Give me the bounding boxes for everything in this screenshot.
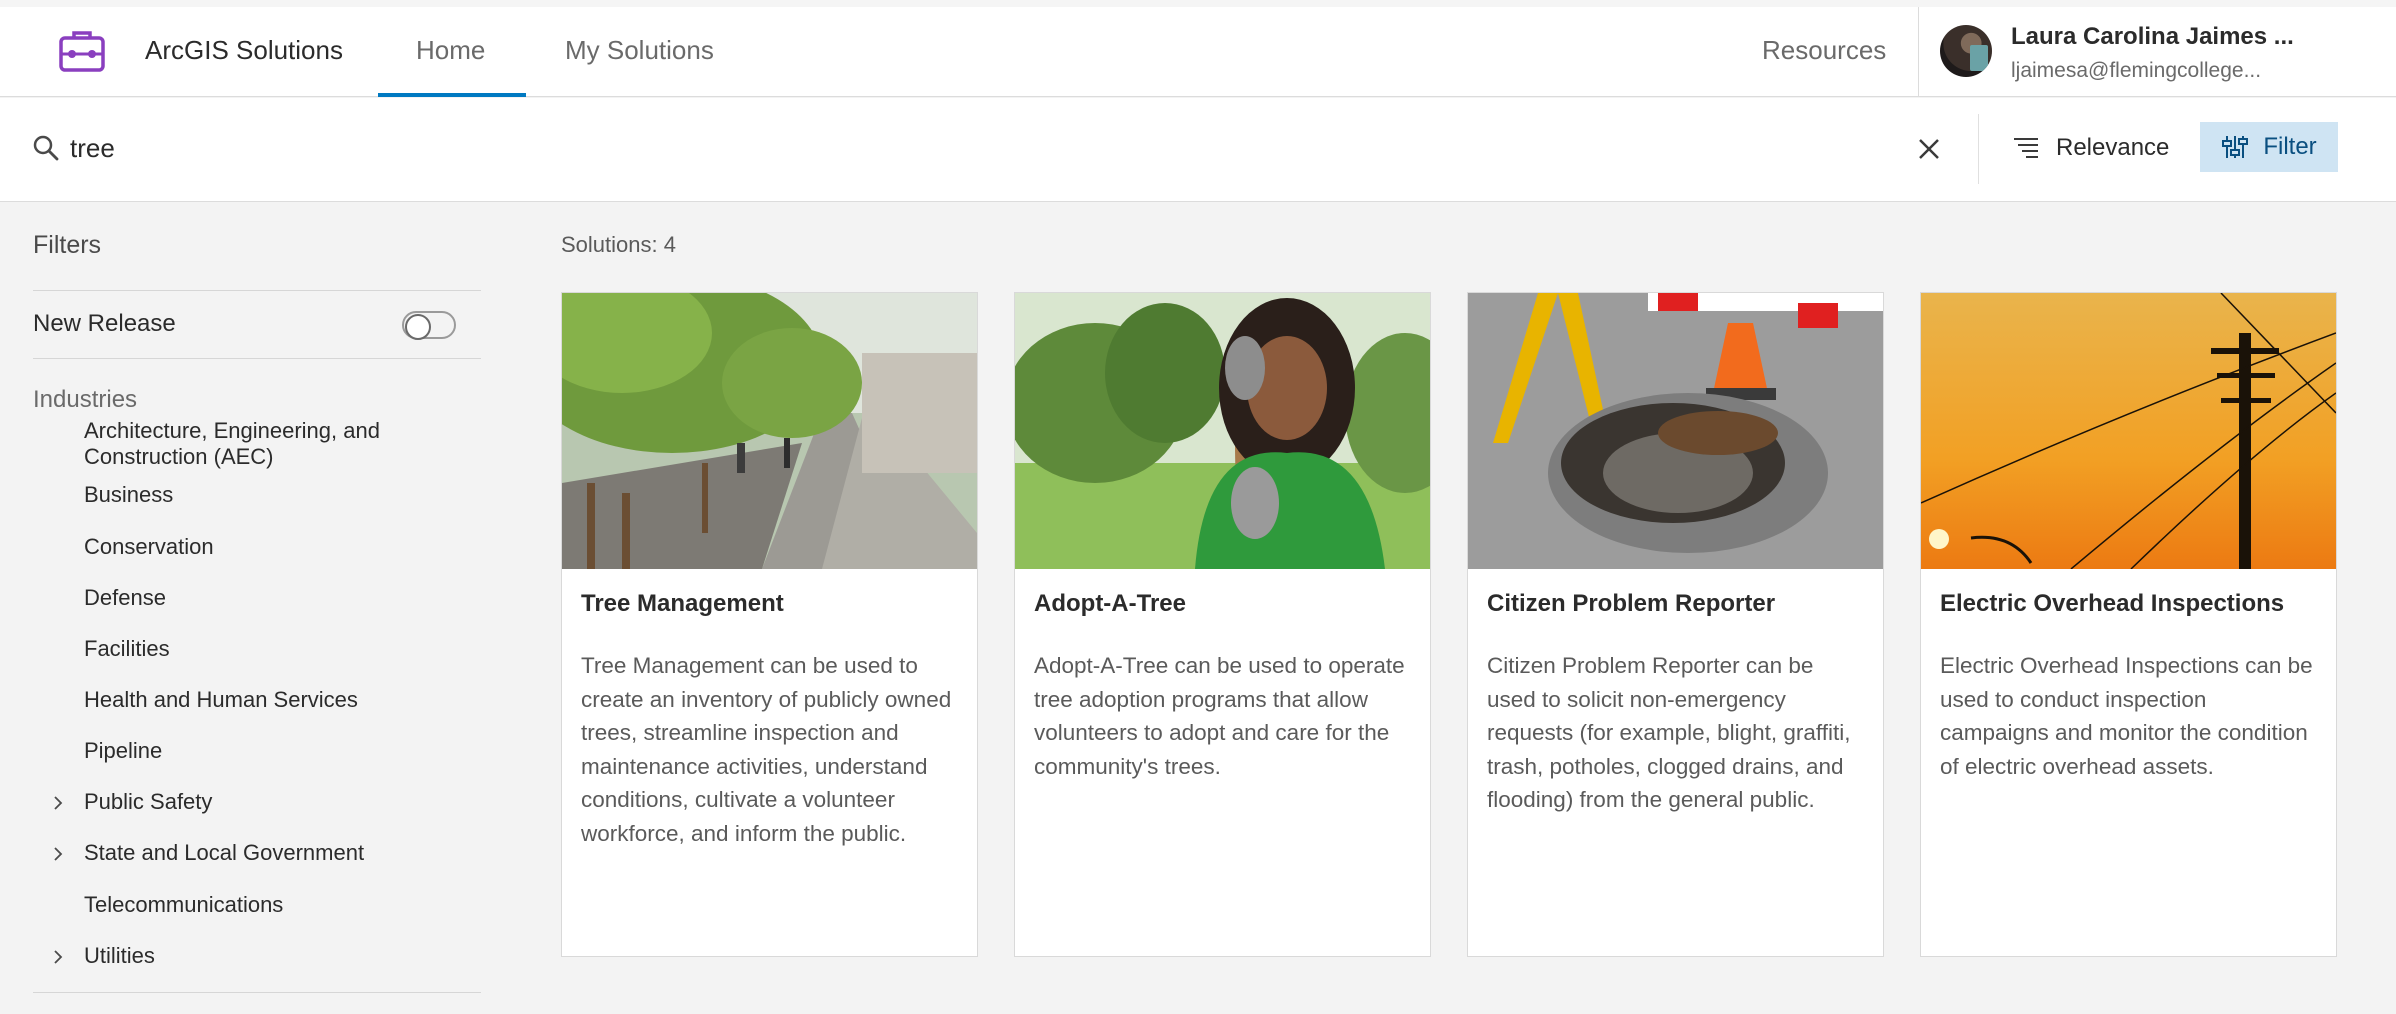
sort-lines-icon bbox=[2014, 138, 2038, 158]
resources-link[interactable]: Resources bbox=[1762, 35, 1886, 66]
industry-business[interactable]: Business bbox=[84, 482, 414, 508]
card-title[interactable]: Citizen Problem Reporter bbox=[1487, 590, 1775, 618]
solution-card-citizen-problem-reporter[interactable]: Citizen Problem Reporter Citizen Problem… bbox=[1467, 292, 1884, 957]
user-name[interactable]: Laura Carolina Jaimes ... bbox=[2011, 23, 2294, 51]
card-description: Adopt-A-Tree can be used to operate tree… bbox=[1034, 653, 1405, 779]
industry-conservation[interactable]: Conservation bbox=[84, 534, 414, 560]
filter-label: Filter bbox=[2263, 133, 2317, 160]
card-description: Citizen Problem Reporter can be used to … bbox=[1487, 653, 1851, 812]
industry-utilities[interactable]: Utilities bbox=[84, 943, 414, 969]
industry-public-safety[interactable]: Public Safety bbox=[84, 789, 414, 815]
power-pole-sunset-image bbox=[1921, 293, 2336, 569]
header-divider bbox=[1918, 7, 1919, 97]
card-description: Tree Management can be used to create an… bbox=[581, 653, 952, 846]
new-release-toggle[interactable] bbox=[402, 311, 456, 340]
card-description: Electric Overhead Inspections can be use… bbox=[1940, 653, 2313, 779]
user-email[interactable]: ljaimesa@flemingcollege... bbox=[2011, 59, 2261, 83]
solution-card-electric-overhead-inspections[interactable]: Electric Overhead Inspections Electric O… bbox=[1920, 292, 2337, 957]
search-input[interactable] bbox=[70, 128, 1870, 168]
toolbar-divider bbox=[1978, 114, 1979, 184]
solution-card-tree-management[interactable]: Tree Management Tree Management can be u… bbox=[561, 292, 978, 957]
tab-home[interactable]: Home bbox=[416, 35, 485, 66]
industry-defense[interactable]: Defense bbox=[84, 585, 414, 611]
industry-health-human-services[interactable]: Health and Human Services bbox=[84, 687, 414, 713]
sort-label: Relevance bbox=[2056, 134, 2170, 161]
app-header: ArcGIS Solutions Home My Solutions Resou… bbox=[0, 0, 2396, 97]
industry-facilities[interactable]: Facilities bbox=[84, 636, 414, 662]
filters-title: Filters bbox=[33, 231, 102, 259]
divider bbox=[33, 290, 481, 291]
sort-relevance-button[interactable]: Relevance bbox=[2012, 122, 2169, 174]
volunteer-with-shovel-image bbox=[1015, 293, 1430, 569]
chevron-right-icon[interactable] bbox=[50, 795, 66, 811]
search-icon bbox=[33, 135, 59, 161]
card-title[interactable]: Adopt-A-Tree bbox=[1034, 590, 1186, 618]
solutions-count: Solutions: 4 bbox=[561, 232, 676, 257]
pothole-with-cones-image bbox=[1468, 293, 1883, 569]
industry-pipeline[interactable]: Pipeline bbox=[84, 738, 414, 764]
active-tab-indicator bbox=[378, 93, 526, 97]
chevron-right-icon[interactable] bbox=[50, 846, 66, 862]
industry-telecommunications[interactable]: Telecommunications bbox=[84, 892, 414, 918]
industry-state-local-government[interactable]: State and Local Government bbox=[84, 840, 414, 866]
new-release-label: New Release bbox=[33, 310, 176, 337]
tree-lined-sidewalk-image bbox=[562, 293, 977, 569]
chevron-right-icon[interactable] bbox=[50, 949, 66, 965]
close-icon[interactable] bbox=[1912, 132, 1946, 166]
industry-aec[interactable]: Architecture, Engineering, and Construct… bbox=[84, 418, 414, 470]
app-title[interactable]: ArcGIS Solutions bbox=[145, 35, 343, 66]
solution-card-adopt-a-tree[interactable]: Adopt-A-Tree Adopt-A-Tree can be used to… bbox=[1014, 292, 1431, 957]
sliders-icon bbox=[2222, 136, 2249, 158]
card-title[interactable]: Tree Management bbox=[581, 590, 784, 618]
search-bar: Relevance Filter bbox=[0, 98, 2396, 202]
card-title[interactable]: Electric Overhead Inspections bbox=[1940, 590, 2284, 618]
divider bbox=[33, 992, 481, 993]
solutions-briefcase-logo-icon[interactable] bbox=[56, 25, 108, 77]
divider bbox=[33, 358, 481, 359]
industries-title: Industries bbox=[33, 386, 138, 413]
avatar[interactable] bbox=[1940, 25, 1992, 77]
tab-my-solutions[interactable]: My Solutions bbox=[565, 35, 714, 66]
filter-button[interactable]: Filter bbox=[2200, 122, 2338, 172]
